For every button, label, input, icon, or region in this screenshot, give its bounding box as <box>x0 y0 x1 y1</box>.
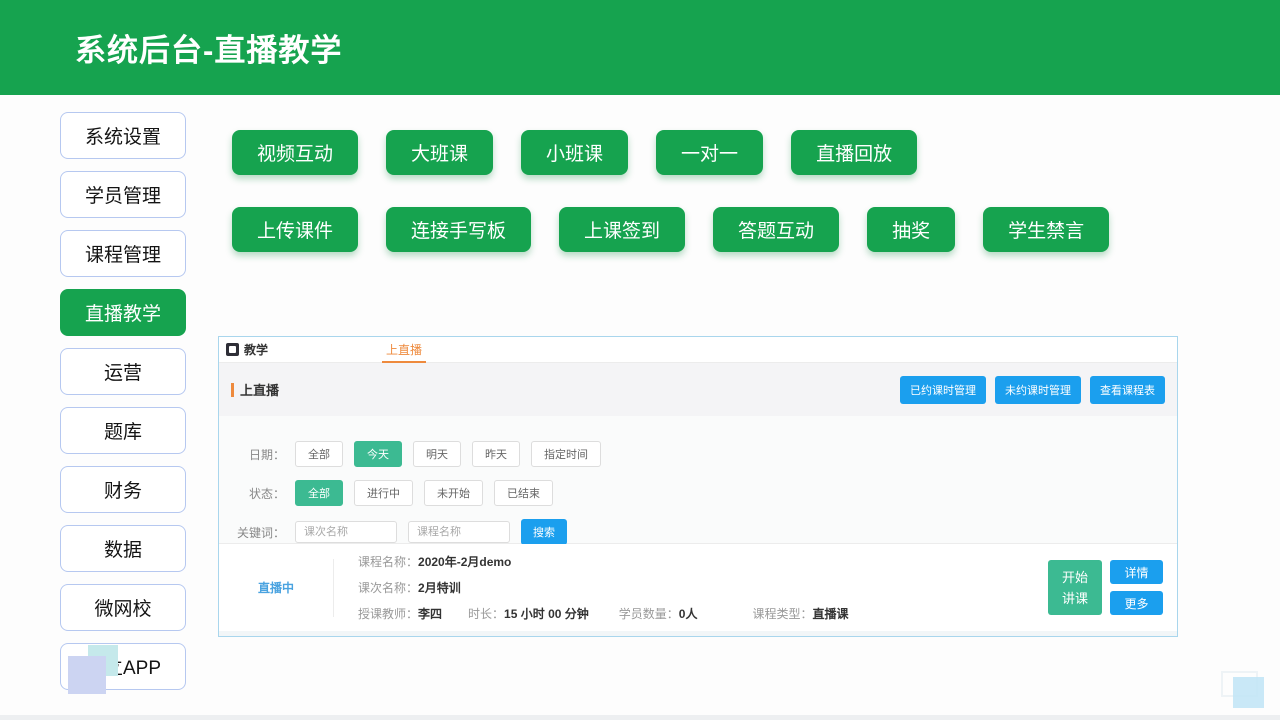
booked-hours-button[interactable]: 已约课时管理 <box>900 376 986 404</box>
start-teaching-button[interactable]: 开始讲课 <box>1048 560 1102 615</box>
sidebar-item-question-bank[interactable]: 题库 <box>60 407 186 454</box>
feature-class-checkin[interactable]: 上课签到 <box>559 207 685 252</box>
feature-connect-tablet[interactable]: 连接手写板 <box>386 207 531 252</box>
page-title: 系统后台-直播教学 <box>75 25 342 70</box>
sidebar-item-operations[interactable]: 运营 <box>60 348 186 395</box>
section-actions: 已约课时管理 未约课时管理 查看课程表 <box>900 376 1165 404</box>
decorative-blue-square <box>1233 677 1264 708</box>
date-chip-all[interactable]: 全部 <box>295 441 343 467</box>
teaching-app-icon <box>226 343 239 356</box>
course-meta-line: 授课教师： 李四 时长： 15 小时 00 分钟 学员数量： 0人 课程类型： … <box>358 601 848 627</box>
students-value: 0人 <box>679 605 698 622</box>
sidebar-item-finance[interactable]: 财务 <box>60 466 186 513</box>
feature-mute-students[interactable]: 学生禁言 <box>983 207 1109 252</box>
feature-video-interaction[interactable]: 视频互动 <box>232 130 358 175</box>
students-group: 学员数量： 0人 <box>619 605 698 622</box>
teacher-label: 授课教师： <box>358 605 418 622</box>
tab-live-broadcast[interactable]: 上直播 <box>386 337 422 363</box>
feature-row-1: 视频互动 大班课 小班课 一对一 直播回放 <box>232 130 1109 175</box>
session-name-label: 课次名称： <box>358 579 418 596</box>
admin-panel: 教学 上直播 上直播 已约课时管理 未约课时管理 查看课程表 日期： 全部 今天… <box>218 336 1178 637</box>
course-name-line: 课程名称： 2020年-2月demo <box>358 549 848 575</box>
brand-label: 教学 <box>244 341 268 358</box>
course-type-group: 课程类型： 直播课 <box>752 605 848 622</box>
date-chip-custom-time[interactable]: 指定时间 <box>531 441 601 467</box>
date-chip-today[interactable]: 今天 <box>354 441 402 467</box>
status-chip-ended[interactable]: 已结束 <box>494 480 553 506</box>
feature-one-on-one[interactable]: 一对一 <box>656 130 763 175</box>
course-row: 直播中 课程名称： 2020年-2月demo 课次名称： 2月特训 授课教师： … <box>219 544 1177 631</box>
orange-title-marker <box>231 383 234 397</box>
duration-group: 时长： 15 小时 00 分钟 <box>468 605 589 622</box>
course-details: 课程名称： 2020年-2月demo 课次名称： 2月特训 授课教师： 李四 时… <box>358 549 848 627</box>
status-chip-in-progress[interactable]: 进行中 <box>354 480 413 506</box>
course-actions: 开始讲课 详情 更多 <box>1048 560 1163 615</box>
feature-small-class[interactable]: 小班课 <box>521 130 628 175</box>
teacher-value: 李四 <box>418 605 442 622</box>
sidebar-item-student-management[interactable]: 学员管理 <box>60 171 186 218</box>
feature-live-replay[interactable]: 直播回放 <box>791 130 917 175</box>
section-title-row: 上直播 已约课时管理 未约课时管理 查看课程表 <box>219 363 1177 416</box>
session-name-input[interactable] <box>295 521 397 543</box>
feature-quiz-interaction[interactable]: 答题互动 <box>713 207 839 252</box>
more-button[interactable]: 更多 <box>1110 591 1163 615</box>
vertical-divider <box>333 559 334 617</box>
detail-button[interactable]: 详情 <box>1110 560 1163 584</box>
duration-value: 15 小时 00 分钟 <box>504 605 589 622</box>
status-chip-all[interactable]: 全部 <box>295 480 343 506</box>
sidebar-item-course-management[interactable]: 课程管理 <box>60 230 186 277</box>
panel-brand: 教学 <box>226 341 268 358</box>
sidebar: 系统设置 学员管理 课程管理 直播教学 运营 题库 财务 数据 微网校 独立AP… <box>60 112 186 690</box>
students-label: 学员数量： <box>619 605 679 622</box>
panel-tabbar: 教学 上直播 <box>219 337 1177 363</box>
course-type-value: 直播课 <box>812 605 848 622</box>
teacher-group: 授课教师： 李四 <box>358 605 442 622</box>
secondary-actions: 详情 更多 <box>1110 560 1163 615</box>
keyword-filter-label: 关键词： <box>233 524 285 541</box>
date-chip-yesterday[interactable]: 昨天 <box>472 441 520 467</box>
view-schedule-button[interactable]: 查看课程表 <box>1090 376 1165 404</box>
sidebar-item-live-teaching[interactable]: 直播教学 <box>60 289 186 336</box>
date-filter-row: 日期： 全部 今天 明天 昨天 指定时间 <box>233 441 1177 467</box>
status-chip-not-started[interactable]: 未开始 <box>424 480 483 506</box>
sidebar-item-system-settings[interactable]: 系统设置 <box>60 112 186 159</box>
feature-buttons: 视频互动 大班课 小班课 一对一 直播回放 上传课件 连接手写板 上课签到 答题… <box>232 130 1109 284</box>
section-title: 上直播 <box>240 380 279 399</box>
feature-upload-courseware[interactable]: 上传课件 <box>232 207 358 252</box>
sidebar-item-data[interactable]: 数据 <box>60 525 186 572</box>
feature-large-class[interactable]: 大班课 <box>386 130 493 175</box>
page-header: 系统后台-直播教学 <box>0 0 1280 95</box>
page-bottom-strip <box>0 715 1280 720</box>
course-name-input[interactable] <box>408 521 510 543</box>
keyword-filter-row: 关键词： 搜索 <box>233 519 1177 545</box>
sidebar-item-micro-school[interactable]: 微网校 <box>60 584 186 631</box>
duration-label: 时长： <box>468 605 504 622</box>
date-chip-tomorrow[interactable]: 明天 <box>413 441 461 467</box>
feature-lottery[interactable]: 抽奖 <box>867 207 955 252</box>
session-name-line: 课次名称： 2月特训 <box>358 575 848 601</box>
decorative-lavender-square <box>68 656 106 694</box>
unbooked-hours-button[interactable]: 未约课时管理 <box>995 376 1081 404</box>
status-filter-label: 状态： <box>233 485 285 502</box>
course-name-value: 2020年-2月demo <box>418 553 511 570</box>
date-filter-label: 日期： <box>233 446 285 463</box>
live-status-badge: 直播中 <box>219 579 333 596</box>
course-name-label: 课程名称： <box>358 553 418 570</box>
filter-area: 日期： 全部 今天 明天 昨天 指定时间 状态： 全部 进行中 未开始 已结束 … <box>219 416 1177 544</box>
panel-footer-strip <box>219 631 1177 636</box>
feature-row-2: 上传课件 连接手写板 上课签到 答题互动 抽奖 学生禁言 <box>232 207 1109 252</box>
session-name-value: 2月特训 <box>418 579 461 596</box>
search-button[interactable]: 搜索 <box>521 519 567 545</box>
status-filter-row: 状态： 全部 进行中 未开始 已结束 <box>233 480 1177 506</box>
course-type-label: 课程类型： <box>752 605 812 622</box>
